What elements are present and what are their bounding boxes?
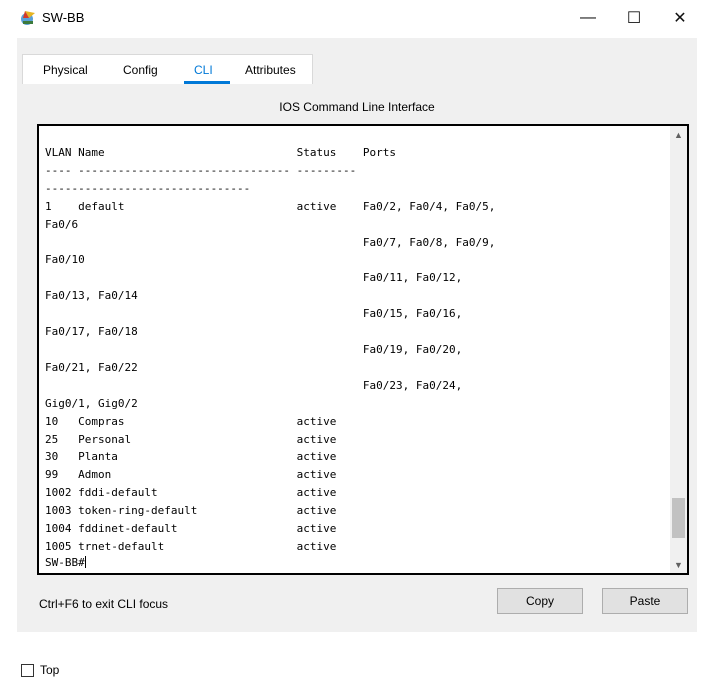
top-option[interactable]: Top	[21, 662, 59, 678]
tab-config[interactable]: Config	[123, 63, 158, 77]
tabs-container: Physical Config CLI Attributes	[22, 54, 313, 85]
minimize-button[interactable]: —	[565, 0, 611, 36]
close-button[interactable]: ✕	[657, 0, 703, 36]
text-cursor	[84, 556, 86, 568]
top-checkbox[interactable]	[21, 663, 34, 677]
cli-prompt: SW-BB#	[45, 556, 85, 569]
tab-attributes[interactable]: Attributes	[245, 63, 296, 77]
section-title: IOS Command Line Interface	[279, 100, 435, 114]
window-title: SW-BB	[42, 10, 85, 25]
tab-cli[interactable]: CLI	[194, 63, 213, 77]
paste-button[interactable]: Paste	[602, 588, 688, 614]
scroll-down-button[interactable]: ▼	[670, 556, 687, 573]
vertical-scrollbar[interactable]: ▲ ▼	[670, 126, 687, 573]
cli-content: IOS Command Line Interface VLAN Name Sta…	[22, 84, 692, 632]
cli-output: VLAN Name Status Ports ---- ------------…	[45, 146, 496, 553]
top-label: Top	[40, 663, 60, 677]
close-icon: ✕	[673, 10, 687, 27]
device-panel: Physical Config CLI Attributes IOS Comma…	[17, 38, 697, 632]
maximize-button[interactable]: ☐	[611, 0, 657, 36]
cli-terminal[interactable]: VLAN Name Status Ports ---- ------------…	[37, 124, 689, 575]
scroll-thumb[interactable]	[672, 498, 685, 538]
title-bar: SW-BB — ☐ ✕	[0, 0, 704, 36]
chevron-up-icon: ▲	[674, 129, 683, 140]
cli-focus-hint: Ctrl+F6 to exit CLI focus	[39, 597, 169, 611]
cli-prompt-line[interactable]: SW-BB#	[45, 556, 86, 570]
scroll-up-button[interactable]: ▲	[670, 126, 687, 143]
app-icon	[21, 11, 35, 25]
maximize-icon: ☐	[626, 10, 642, 27]
minimize-icon: —	[580, 9, 596, 26]
tab-bar: Physical Config CLI Attributes	[17, 54, 317, 85]
tab-physical[interactable]: Physical	[43, 63, 88, 77]
copy-button[interactable]: Copy	[497, 588, 583, 614]
chevron-down-icon: ▼	[674, 559, 683, 570]
